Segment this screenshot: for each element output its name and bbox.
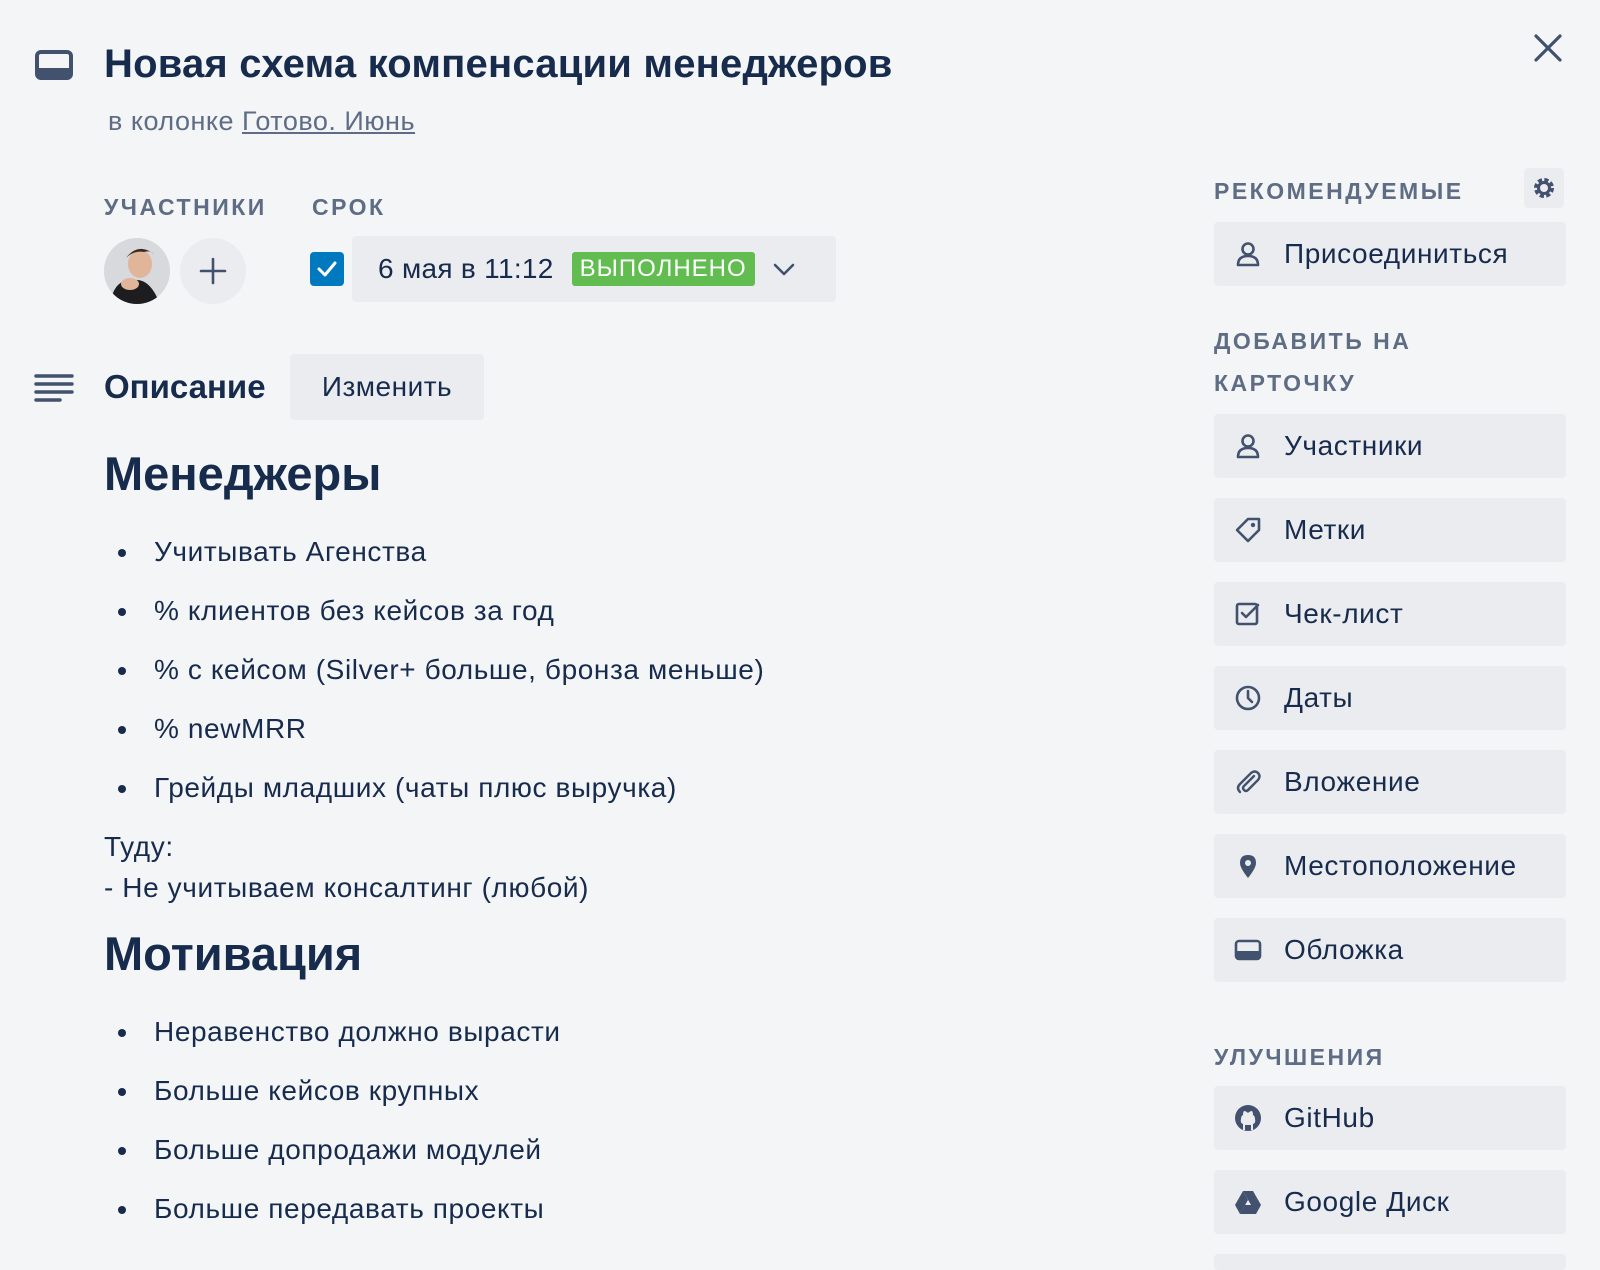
gear-icon [1534, 178, 1554, 198]
description-icon [34, 374, 74, 402]
recommended-label: РЕКОМЕНДУЕМЫЕ [1214, 178, 1464, 204]
paperclip-icon [1232, 766, 1264, 798]
github-label: GitHub [1284, 1102, 1375, 1133]
list-link[interactable]: Готово. Июнь [242, 106, 415, 136]
list-item: Неравенство должно вырасти [104, 1014, 561, 1073]
status-badge: ВЫПОЛНЕНО [571, 252, 755, 286]
section-heading: Менеджеры [104, 447, 382, 500]
list-prefix: в колонке [108, 106, 234, 136]
cover-label: Обложка [1284, 934, 1404, 965]
person-icon [1232, 430, 1264, 462]
location-pin-icon [1232, 850, 1264, 882]
checklist-icon [1232, 598, 1264, 630]
powerups-label: УЛУЧШЕНИЯ [1214, 1044, 1385, 1070]
description-title: Описание [104, 368, 266, 405]
list-item: % с кейсом (Silver+ больше, бронза меньш… [104, 652, 764, 711]
labels-label: Метки [1284, 514, 1366, 545]
due-complete-checkbox[interactable] [310, 252, 344, 286]
recommended-settings-button[interactable] [1524, 168, 1564, 208]
due-date-text: 6 мая в 11:12 [378, 253, 554, 284]
paragraph-line: Туду: [104, 831, 174, 862]
add-member-button[interactable] [180, 238, 246, 304]
dates-button[interactable]: Даты [1214, 666, 1566, 730]
more-powerup-button[interactable] [1214, 1254, 1566, 1270]
join-label: Присоединиться [1284, 238, 1509, 269]
join-button[interactable]: Присоединиться [1214, 222, 1566, 286]
card-list-info: в колонке Готово. Июнь [108, 106, 415, 137]
cover-button[interactable]: Обложка [1214, 918, 1566, 982]
list-item: Больше допродажи модулей [104, 1132, 561, 1191]
add-to-card-label-line: ДОБАВИТЬ НА [1214, 328, 1412, 354]
list-item: % newMRR [104, 711, 764, 770]
paragraph-line: - Не учитываем консалтинг (любой) [104, 872, 590, 903]
due-date-button[interactable]: 6 мая в 11:12 ВЫПОЛНЕНО [352, 236, 836, 302]
attachment-label: Вложение [1284, 766, 1421, 797]
add-to-card-label-line: КАРТОЧКУ [1214, 370, 1357, 396]
list-item: Учитывать Агенства [104, 534, 764, 593]
members-label: УЧАСТНИКИ [104, 194, 267, 220]
location-button[interactable]: Местоположение [1214, 834, 1566, 898]
edit-description-button[interactable]: Изменить [290, 354, 484, 420]
list-item: Грейды младших (чаты плюс выручка) [104, 770, 764, 829]
add-members-label: Участники [1284, 430, 1424, 461]
checklist-label: Чек-лист [1284, 598, 1404, 629]
plus-icon [199, 257, 227, 285]
google-drive-label: Google Диск [1284, 1186, 1450, 1217]
cover-icon [1232, 934, 1264, 966]
card-icon [35, 50, 73, 80]
checklist-button[interactable]: Чек-лист [1214, 582, 1566, 646]
due-label: СРОК [312, 194, 386, 220]
chevron-down-icon [773, 263, 794, 276]
list-item: % клиентов без кейсов за год [104, 593, 764, 652]
dates-label: Даты [1284, 682, 1354, 713]
list-item: Больше кейсов крупных [104, 1073, 561, 1132]
clock-icon [1232, 682, 1264, 714]
labels-button[interactable]: Метки [1214, 498, 1566, 562]
github-button[interactable]: GitHub [1214, 1086, 1566, 1150]
bullet-list: Неравенство должно вырасти Больше кейсов… [104, 1014, 561, 1250]
close-icon[interactable] [1530, 30, 1566, 66]
github-icon [1232, 1102, 1264, 1134]
person-icon [1232, 238, 1264, 270]
google-drive-icon [1232, 1186, 1264, 1218]
location-label: Местоположение [1284, 850, 1517, 881]
tag-icon [1232, 514, 1264, 546]
add-members-button[interactable]: Участники [1214, 414, 1566, 478]
card-title[interactable]: Новая схема компенсации менеджеров [104, 42, 893, 87]
bullet-list: Учитывать Агенства % клиентов без кейсов… [104, 534, 764, 829]
google-drive-button[interactable]: Google Диск [1214, 1170, 1566, 1234]
section-heading: Мотивация [104, 927, 363, 980]
check-icon [317, 261, 337, 277]
attachment-button[interactable]: Вложение [1214, 750, 1566, 814]
avatar[interactable] [104, 238, 170, 304]
todo-paragraph: Туду: - Не учитываем консалтинг (любой) [104, 826, 589, 908]
list-item: Больше передавать проекты [104, 1191, 561, 1250]
add-to-card-label: ДОБАВИТЬ НА КАРТОЧКУ [1214, 320, 1411, 404]
